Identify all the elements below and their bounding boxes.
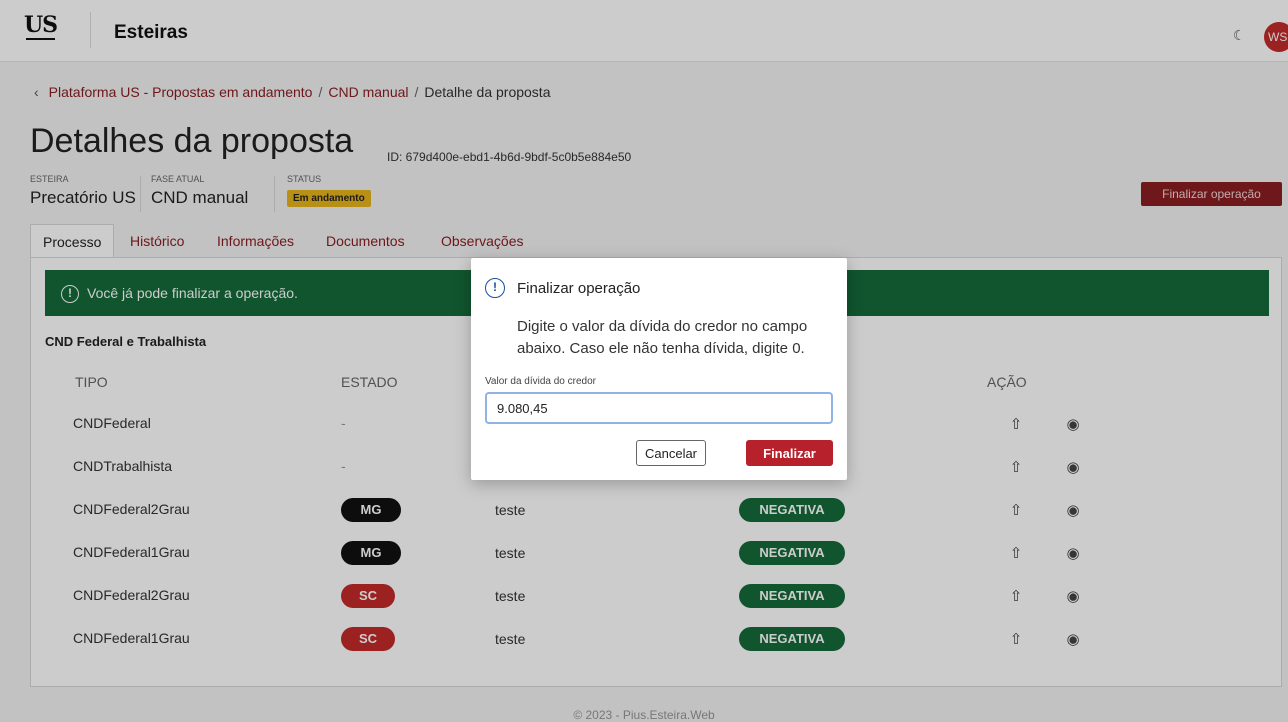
finalize-operation-dialog: ! Finalizar operação Digite o valor da d… [471,258,847,480]
debt-value-label: Valor da dívida do credor [485,376,596,387]
cancel-button[interactable]: Cancelar [636,440,706,466]
dialog-title: Finalizar operação [517,280,641,297]
finalize-button[interactable]: Finalizar [746,440,833,466]
dialog-message: Digite o valor da dívida do credor no ca… [517,318,808,357]
info-circle-icon: ! [485,278,505,298]
footer-copyright: © 2023 - Pius.Esteira.Web [573,708,715,722]
debt-value-input[interactable] [485,392,833,424]
